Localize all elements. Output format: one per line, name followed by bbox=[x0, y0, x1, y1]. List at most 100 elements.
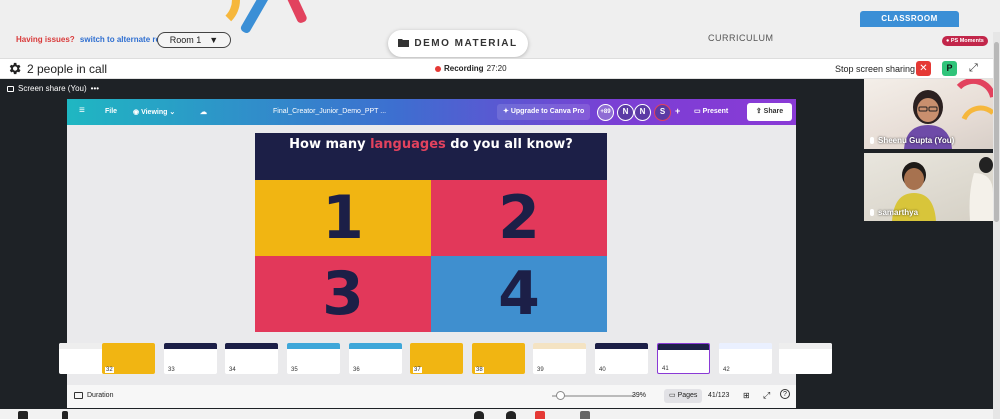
slide-thumbnail[interactable]: 42 bbox=[719, 343, 772, 374]
duration-button[interactable]: Duration bbox=[74, 392, 113, 399]
thumbnail-number: 34 bbox=[228, 367, 237, 373]
pages-button[interactable]: ▭ Pages bbox=[664, 389, 703, 403]
recording-indicator: Recording 27:20 bbox=[435, 64, 507, 73]
slide-title-part: do you all know? bbox=[445, 137, 573, 152]
thumbnail-number: 42 bbox=[722, 367, 731, 373]
page-scrollbar[interactable] bbox=[993, 32, 1000, 419]
demo-material-label: DEMO MATERIAL bbox=[414, 38, 518, 49]
option-cell: 1 bbox=[255, 180, 431, 256]
slide-title: How many languages do you all know? bbox=[255, 138, 607, 152]
participant-name: Sheenu Gupta (You) bbox=[878, 136, 955, 145]
thumbnail-preview bbox=[719, 343, 772, 349]
viewing-label: Viewing bbox=[141, 109, 168, 116]
slide-thumbnail[interactable]: 40 bbox=[595, 343, 648, 374]
thumbnail-number: 33 bbox=[167, 367, 176, 373]
slide-thumbnail[interactable]: 36 bbox=[349, 343, 402, 374]
slide-thumbnail[interactable]: 35 bbox=[287, 343, 340, 374]
slide-title-part: How many bbox=[289, 137, 371, 152]
slide-thumbnails: 32 33 34 35 36 37 38 39 40 41 42 bbox=[59, 343, 832, 377]
avatar-count[interactable]: +89 bbox=[597, 104, 614, 121]
slide-thumbnail[interactable]: 33 bbox=[164, 343, 217, 374]
thumbnail-preview bbox=[658, 344, 709, 350]
zoom-slider-knob[interactable] bbox=[556, 391, 565, 400]
microphone-icon bbox=[870, 137, 874, 144]
room-select[interactable]: Room 1 ▼ bbox=[157, 32, 231, 48]
thumbnail-preview bbox=[349, 343, 402, 349]
slide-thumbnail[interactable]: 34 bbox=[225, 343, 278, 374]
add-collaborator-icon[interactable]: + bbox=[675, 106, 680, 116]
decor-arc bbox=[180, 0, 240, 30]
more-icon[interactable]: ••• bbox=[91, 84, 99, 93]
stop-sharing-button[interactable]: ✕ bbox=[916, 61, 931, 76]
slide-thumbnail[interactable] bbox=[779, 343, 832, 374]
more-options-icon[interactable] bbox=[580, 411, 590, 419]
demo-material-button[interactable]: DEMO MATERIAL bbox=[388, 30, 528, 57]
option-cell: 4 bbox=[431, 256, 607, 332]
screen-icon bbox=[7, 85, 14, 92]
upgrade-label: Upgrade to Canva Pro bbox=[510, 108, 585, 115]
expand-icon[interactable]: ⤢ bbox=[969, 62, 978, 75]
share-button[interactable]: ⇪ Share bbox=[747, 103, 792, 121]
slide-thumbnail[interactable]: 37 bbox=[410, 343, 463, 374]
folder-icon bbox=[398, 38, 410, 50]
option-cell: 2 bbox=[431, 180, 607, 256]
hamburger-icon[interactable]: ≡ bbox=[79, 105, 85, 116]
participant-name: samarthya bbox=[878, 208, 919, 217]
camera-icon[interactable] bbox=[18, 411, 28, 419]
avatar[interactable]: S bbox=[654, 104, 671, 121]
slide-thumbnail[interactable]: 39 bbox=[533, 343, 586, 374]
upgrade-button[interactable]: ✦ Upgrade to Canva Pro bbox=[497, 104, 591, 120]
thumbnail-number: 32 bbox=[105, 367, 114, 373]
classroom-tab[interactable]: CLASSROOM bbox=[860, 11, 959, 27]
thumbnail-preview bbox=[779, 343, 832, 349]
issues-text: Having issues? bbox=[16, 35, 75, 44]
help-icon[interactable]: ? bbox=[780, 389, 790, 399]
cloud-icon[interactable]: ☁ bbox=[200, 108, 207, 116]
gear-icon[interactable] bbox=[7, 61, 22, 76]
avatar[interactable]: N bbox=[617, 104, 634, 121]
file-menu[interactable]: File bbox=[105, 108, 117, 115]
participant-caption: samarthya bbox=[870, 208, 918, 217]
screen-share-label: Screen share (You) ••• bbox=[7, 84, 99, 93]
thumbnail-number: 35 bbox=[290, 367, 299, 373]
people-count: 2 people in call bbox=[27, 62, 108, 76]
curriculum-tab[interactable]: CURRICULUM bbox=[708, 33, 774, 43]
participants-icon[interactable] bbox=[474, 411, 484, 419]
avatar[interactable]: N bbox=[634, 104, 651, 121]
canva-footer: Duration 39% ▭ Pages 41/123 ⊞ ⤢ ? bbox=[67, 385, 796, 408]
room-select-value: Room 1 bbox=[169, 35, 202, 45]
thumbnail-preview bbox=[287, 343, 340, 349]
recording-label: Recording bbox=[444, 64, 484, 73]
slide-thumbnail[interactable]: 38 bbox=[472, 343, 525, 374]
participant-tile[interactable]: samarthya bbox=[864, 153, 993, 221]
timer-icon bbox=[74, 392, 83, 399]
recording-dot-icon bbox=[435, 65, 441, 72]
thumbnail-preview bbox=[533, 343, 586, 349]
screen-share-text: Screen share (You) bbox=[18, 84, 87, 93]
chat-icon[interactable] bbox=[506, 411, 516, 419]
microphone-icon[interactable] bbox=[62, 411, 68, 419]
current-slide: How many languages do you all know? 1 2 … bbox=[255, 133, 607, 332]
screen-share-stop-icon[interactable] bbox=[535, 411, 545, 419]
scrollbar-thumb[interactable] bbox=[994, 42, 999, 222]
document-title[interactable]: Final_Creator_Junior_Demo_PPT ... bbox=[273, 108, 386, 115]
pages-label: Pages bbox=[677, 392, 698, 399]
thumbnail-number: 40 bbox=[598, 367, 607, 373]
call-bar: 2 people in call Recording 27:20 Stop sc… bbox=[0, 58, 993, 79]
moments-badge[interactable]: ● PS Moments bbox=[942, 36, 988, 46]
caret-down-icon: ▼ bbox=[209, 35, 219, 45]
top-banner: Having issues? switch to alternate room … bbox=[0, 0, 1000, 58]
slide-thumbnail[interactable]: 41 bbox=[657, 343, 710, 374]
fullscreen-icon[interactable]: ⤢ bbox=[763, 390, 770, 401]
present-button[interactable]: ▭ Present bbox=[694, 104, 728, 120]
thumbnail-preview bbox=[164, 343, 217, 349]
moments-label: PS Moments bbox=[950, 38, 984, 44]
decor-stroke bbox=[282, 0, 308, 25]
option-cell: 3 bbox=[255, 256, 431, 332]
grid-view-icon[interactable]: ⊞ bbox=[743, 391, 750, 400]
participant-badge[interactable]: P bbox=[942, 61, 957, 76]
viewing-menu[interactable]: ◉ Viewing ⌄ bbox=[133, 108, 175, 116]
slide-thumbnail[interactable]: 32 bbox=[102, 343, 155, 374]
participant-tile[interactable]: Sheenu Gupta (You) bbox=[864, 79, 993, 149]
recording-time: 27:20 bbox=[486, 64, 507, 73]
